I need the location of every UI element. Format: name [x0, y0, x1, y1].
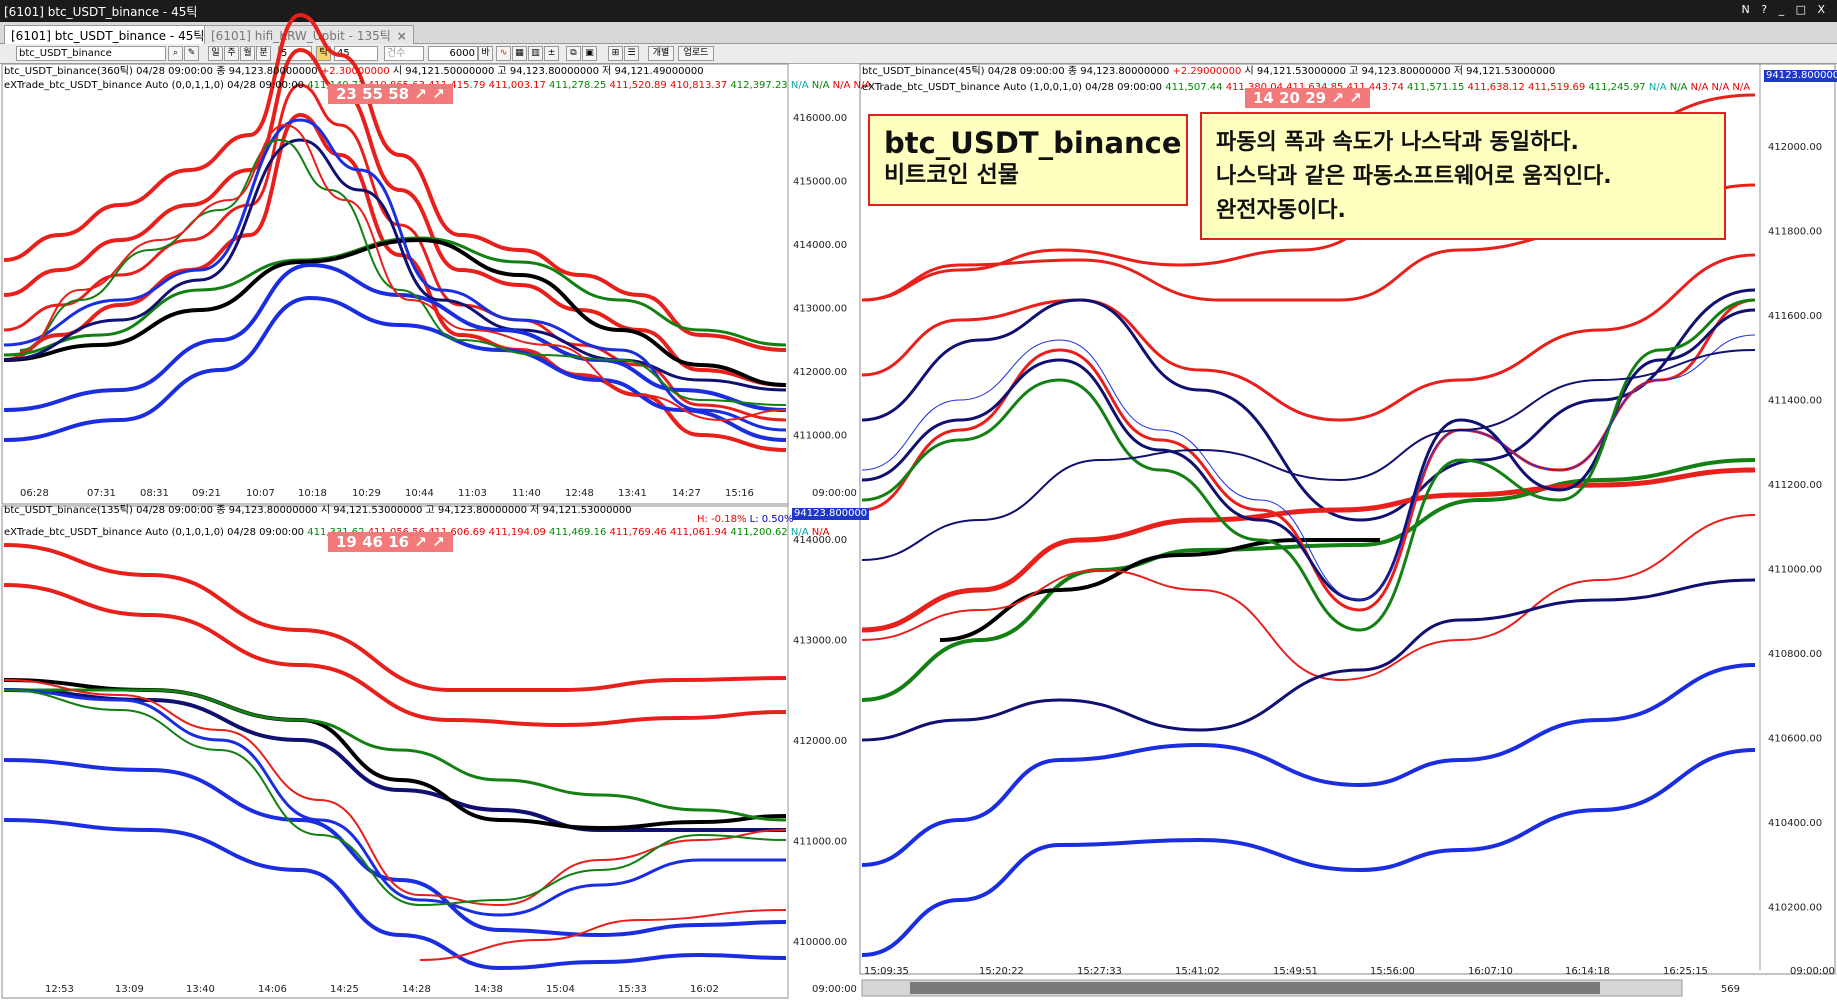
right-ytick-label: 411600.00	[1768, 311, 1822, 322]
bottomleft-ytick-label: 413000.00	[793, 636, 847, 647]
bottomleft-xtick-label: 14:28	[402, 984, 431, 995]
bottomleft-time-end: 09:00:00	[812, 984, 857, 995]
bottomleft-pane-frame	[1, 505, 789, 999]
topleft-xtick-label: 13:41	[618, 488, 647, 499]
topleft-xtick-label: 08:31	[140, 488, 169, 499]
bottomleft-xtick-label: 13:09	[115, 984, 144, 995]
topleft-xtick-label: 11:40	[512, 488, 541, 499]
topleft-xtick-label: 07:31	[87, 488, 116, 499]
topleft-xtick-label: 10:29	[352, 488, 381, 499]
right-ytick-label: 410400.00	[1768, 818, 1822, 829]
topleft-time-end: 09:00:00	[812, 488, 857, 499]
topleft-ytick-label: 411000.00	[793, 431, 847, 442]
right-xtick-label: 15:56:00	[1370, 966, 1415, 977]
right-scrollbar-thumb	[910, 982, 1600, 994]
bottomleft-green-thin	[3, 689, 787, 906]
bottomleft-xtick-label: 16:02	[690, 984, 719, 995]
right-navy-lower-band	[861, 578, 1756, 742]
note-symbol-subtitle: 비트코인 선물	[884, 162, 1019, 188]
bottomleft-red-thin	[3, 679, 787, 906]
note-symbol-title: btc_USDT_binance	[884, 126, 1182, 160]
bottomleft-ytick-label: 411000.00	[793, 837, 847, 848]
bottomleft-xtick-label: 12:53	[45, 984, 74, 995]
right-blue-lower-band	[861, 663, 1756, 867]
topleft-xtick-label: 06:28	[20, 488, 49, 499]
bottomleft-blue-lower-band	[3, 758, 787, 937]
bottomleft-xtick-label: 15:04	[546, 984, 575, 995]
right-xtick-label: 16:07:10	[1468, 966, 1513, 977]
topleft-xtick-label: 10:07	[246, 488, 275, 499]
topleft-xtick-label: 10:44	[405, 488, 434, 499]
right-blue-lower-band-2	[861, 748, 1756, 957]
right-xtick-label: 15:27:33	[1077, 966, 1122, 977]
bottomleft-hl-text: H: -0.18% L: 0.50%	[697, 514, 794, 525]
topleft-ytick-label: 412000.00	[793, 367, 847, 378]
topleft-xtick-label: 11:03	[458, 488, 487, 499]
bottomleft-red-band-2	[3, 583, 787, 727]
bottomleft-xtick-label: 14:06	[258, 984, 287, 995]
topleft-ytick-label: 414000.00	[793, 240, 847, 251]
right-navy-wave	[861, 308, 1756, 602]
bottomleft-price-header: btc_USDT_binance(135틱) 04/28 09:00:00 종 …	[4, 505, 632, 516]
right-time-end: 09:00:00	[1790, 966, 1835, 977]
topleft-ytick-label: 416000.00	[793, 113, 847, 124]
right-xtick-label: 16:25:15	[1663, 966, 1708, 977]
right-ytick-label: 410800.00	[1768, 649, 1822, 660]
topleft-xtick-label: 10:18	[298, 488, 327, 499]
note-line-2: 나스닥과 같은 파동소프트웨어로 움직인다.	[1216, 164, 1612, 189]
right-wave-counter: 14 20 29 ↗ ↗	[1245, 88, 1370, 108]
topleft-xtick-label: 15:16	[725, 488, 754, 499]
right-navy-wave-2	[861, 349, 1756, 561]
topleft-wave-counter: 23 55 58 ↗ ↗	[328, 84, 453, 104]
right-ytick-label: 410600.00	[1768, 734, 1822, 745]
bottomleft-xtick-label: 14:25	[330, 984, 359, 995]
right-ytick-label: 411000.00	[1768, 565, 1822, 576]
bottomleft-current-price: 94123.800000	[792, 508, 870, 520]
right-ytick-label: 410200.00	[1768, 903, 1822, 914]
right-xtick-label: 15:49:51	[1273, 966, 1318, 977]
right-xtick-label: 15:09:35	[864, 966, 909, 977]
bottomleft-ytick-label: 410000.00	[793, 937, 847, 948]
right-ytick-label: 411400.00	[1768, 396, 1822, 407]
bottomleft-red-upper-band	[3, 543, 787, 692]
topleft-xtick-label: 09:21	[192, 488, 221, 499]
topleft-red-band-4	[3, 113, 787, 452]
bottomleft-wave-counter: 19 46 16 ↗ ↗	[328, 532, 453, 552]
note-line-3: 완전자동이다.	[1216, 198, 1346, 223]
right-ytick-label: 411800.00	[1768, 227, 1822, 238]
bottomleft-ytick-label: 412000.00	[793, 736, 847, 747]
right-bar-counter: 569	[1721, 984, 1740, 995]
bottomleft-xtick-label: 15:33	[618, 984, 647, 995]
topleft-pane-frame	[1, 63, 789, 505]
bottomleft-black-ma	[3, 678, 787, 830]
right-xtick-label: 15:41:02	[1175, 966, 1220, 977]
right-red-wave	[861, 298, 1756, 612]
right-current-price: 94123.800000	[1764, 70, 1837, 82]
topleft-xtick-label: 14:27	[672, 488, 701, 499]
bottomleft-xtick-label: 13:40	[186, 984, 215, 995]
topleft-price-header: btc_USDT_binance(360틱) 04/28 09:00:00 종 …	[4, 66, 704, 77]
symbol-note-box: btc_USDT_binance 비트코인 선물	[868, 114, 1188, 206]
topleft-ytick-label: 413000.00	[793, 304, 847, 315]
description-note-box: 파동의 폭과 속도가 나스닥과 동일하다. 나스닥과 같은 파동소프트웨어로 움…	[1200, 112, 1726, 240]
right-xtick-label: 16:14:18	[1565, 966, 1610, 977]
right-green-wave	[861, 298, 1756, 632]
right-ytick-label: 411200.00	[1768, 480, 1822, 491]
right-price-header: btc_USDT_binance(45틱) 04/28 09:00:00 종 9…	[862, 66, 1556, 77]
topleft-xtick-label: 12:48	[565, 488, 594, 499]
topleft-ytick-label: 415000.00	[793, 177, 847, 188]
note-line-1: 파동의 폭과 속도가 나스닥과 동일하다.	[1216, 130, 1579, 155]
right-xtick-label: 15:20:22	[979, 966, 1024, 977]
bottomleft-xtick-label: 14:38	[474, 984, 503, 995]
right-ytick-label: 412000.00	[1768, 142, 1822, 153]
